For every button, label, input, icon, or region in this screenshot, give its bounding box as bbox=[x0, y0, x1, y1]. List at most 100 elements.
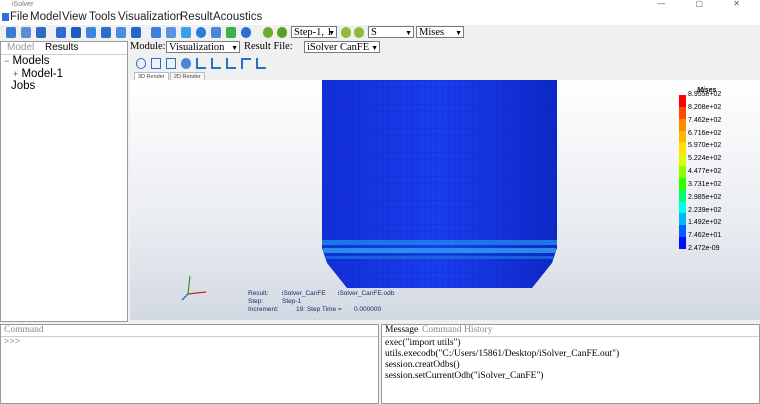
tab-message[interactable]: Message bbox=[385, 325, 418, 336]
tab-command[interactable]: Command bbox=[4, 325, 44, 336]
sketch-icon[interactable] bbox=[196, 27, 206, 38]
tree-tabs: Model Results bbox=[1, 42, 127, 55]
menu-tools[interactable]: Tools bbox=[89, 10, 116, 25]
info-result-value: iSolver_CanFE bbox=[282, 290, 326, 297]
command-panel: Command >>> bbox=[0, 324, 379, 404]
menu-view[interactable]: View bbox=[62, 10, 87, 25]
legend-labels: 8.955e+02 8.208e+02 7.462e+02 6.716e+02 5.97… bbox=[688, 91, 758, 255]
info-increment-value: 19: Step Time = bbox=[296, 306, 342, 313]
message-panel: Message Command History exec("import uti… bbox=[381, 324, 760, 404]
menu-bar: File Model View Tools Visualization Resu… bbox=[0, 10, 760, 25]
legend-swatch bbox=[679, 177, 686, 191]
info-file-value: iSolver_CanFE.odb bbox=[338, 290, 395, 297]
menu-acoustics[interactable]: Acoustics bbox=[213, 10, 262, 25]
zoom-icon[interactable] bbox=[181, 58, 191, 69]
message-line: utils.execodb("C:/Users/15861/Desktop/iS… bbox=[385, 349, 620, 359]
command-prompt[interactable]: >>> bbox=[4, 337, 20, 348]
contour-icon[interactable] bbox=[226, 27, 236, 38]
fe-model-view bbox=[181, 80, 557, 301]
save-icon[interactable] bbox=[36, 27, 46, 38]
collapse-icon[interactable]: − bbox=[4, 56, 9, 66]
tree-item-models[interactable]: − Models bbox=[4, 55, 50, 68]
render-viewport[interactable]: Mises 8.955e+02 8.208e+02 7.462e+02 6.716e+… bbox=[130, 80, 760, 320]
tree-item-jobs[interactable]: Jobs bbox=[11, 80, 35, 93]
new-file-icon[interactable] bbox=[6, 27, 16, 38]
message-line: session.creatOdbs() bbox=[385, 360, 460, 370]
legend-value: 7.462e+01 bbox=[688, 232, 722, 240]
open-file-icon[interactable] bbox=[21, 27, 31, 38]
module-select[interactable]: Visualization ▼ bbox=[166, 41, 240, 53]
visualization-icon[interactable] bbox=[181, 27, 191, 38]
legend-swatch bbox=[679, 118, 686, 132]
info-result-label: Result: bbox=[248, 290, 269, 297]
title-bar: iSolver — ▢ ✕ bbox=[0, 0, 760, 10]
legend-value: 5.224e+02 bbox=[688, 155, 722, 163]
menu-result[interactable]: Result bbox=[180, 10, 213, 25]
view-front-icon[interactable] bbox=[196, 58, 206, 69]
model-tree-panel: Model Results − Models + Model-1 Jobs bbox=[0, 41, 128, 322]
previous-frame-icon[interactable] bbox=[277, 27, 287, 38]
can-model bbox=[322, 80, 557, 288]
next-frame-icon[interactable] bbox=[341, 27, 351, 38]
part-icon[interactable] bbox=[56, 27, 66, 38]
view-back-icon[interactable] bbox=[211, 58, 221, 69]
load-icon[interactable] bbox=[131, 27, 141, 38]
module-label: Module: bbox=[130, 41, 166, 52]
axis-triad bbox=[181, 275, 207, 301]
view-top-icon[interactable] bbox=[226, 58, 236, 69]
message-line: session.setCurrentOdb("iSolver_CanFE") bbox=[385, 371, 544, 381]
view-iso-icon[interactable] bbox=[256, 58, 266, 69]
step-select[interactable]: Step-1, 1 ▼ bbox=[291, 26, 337, 38]
info-time-value: 0.000000 bbox=[354, 306, 382, 313]
tab-command-history[interactable]: Command History bbox=[422, 325, 492, 336]
mesh-icon[interactable] bbox=[151, 27, 161, 38]
variable-select[interactable]: S ▼ bbox=[368, 26, 414, 38]
app-icon bbox=[2, 13, 9, 21]
acoustic-icon[interactable] bbox=[211, 27, 221, 38]
menu-visualization[interactable]: Visualization bbox=[118, 10, 182, 25]
legend-value: 6.716e+02 bbox=[688, 129, 722, 137]
legend-value: 2.472e-09 bbox=[688, 245, 720, 252]
component-select[interactable]: Mises ▼ bbox=[416, 26, 464, 38]
window-controls[interactable]: — ▢ ✕ bbox=[657, 0, 754, 8]
expand-icon[interactable]: + bbox=[13, 69, 18, 79]
legend-swatch bbox=[679, 95, 686, 108]
view-toolbar bbox=[130, 56, 760, 72]
assembly-icon[interactable] bbox=[86, 27, 96, 38]
last-frame-icon[interactable] bbox=[354, 27, 364, 38]
legend-value: 8.208e+02 bbox=[688, 103, 722, 111]
legend-swatch bbox=[679, 189, 686, 203]
info-step-value: Step-1 bbox=[282, 298, 302, 305]
menu-model[interactable]: Model bbox=[30, 10, 61, 25]
legend-value: 7.462e+02 bbox=[688, 116, 722, 124]
first-frame-icon[interactable] bbox=[263, 27, 273, 38]
result-info: Result: iSolver_CanFE iSolver_CanFE.odb … bbox=[248, 290, 508, 320]
legend-value: 3.731e+02 bbox=[688, 180, 722, 188]
pan-icon[interactable] bbox=[151, 58, 161, 69]
legend-swatch bbox=[679, 201, 686, 214]
result-file-select[interactable]: iSolver CanFE ▼ bbox=[304, 41, 380, 53]
window-title: iSolver bbox=[12, 1, 34, 8]
legend-swatch bbox=[679, 106, 686, 120]
menu-file[interactable]: File bbox=[10, 10, 29, 25]
legend-value: 4.477e+02 bbox=[688, 168, 722, 175]
property-icon[interactable] bbox=[71, 27, 81, 38]
step-icon[interactable] bbox=[101, 27, 111, 38]
job-icon[interactable] bbox=[166, 27, 176, 38]
message-line: exec("import utils") bbox=[385, 338, 461, 348]
legend-swatch bbox=[679, 166, 686, 179]
fit-view-icon[interactable] bbox=[166, 58, 176, 69]
module-bar: Module: Visualization ▼ Result File: iSol… bbox=[130, 41, 760, 53]
view-bottom-icon[interactable] bbox=[241, 58, 251, 69]
info-icon[interactable] bbox=[241, 27, 251, 38]
tab-model[interactable]: Model bbox=[7, 42, 34, 54]
info-increment-label: Increment: bbox=[248, 306, 279, 313]
legend-value: 8.955e+02 bbox=[688, 91, 722, 98]
legend-swatch bbox=[679, 154, 686, 167]
legend-swatch bbox=[679, 130, 686, 143]
legend-value: 2.985e+02 bbox=[688, 193, 722, 201]
tab-results[interactable]: Results bbox=[45, 42, 78, 54]
rotate-icon[interactable] bbox=[136, 58, 146, 69]
interaction-icon[interactable] bbox=[116, 27, 126, 38]
info-step-label: Step: bbox=[248, 298, 264, 305]
